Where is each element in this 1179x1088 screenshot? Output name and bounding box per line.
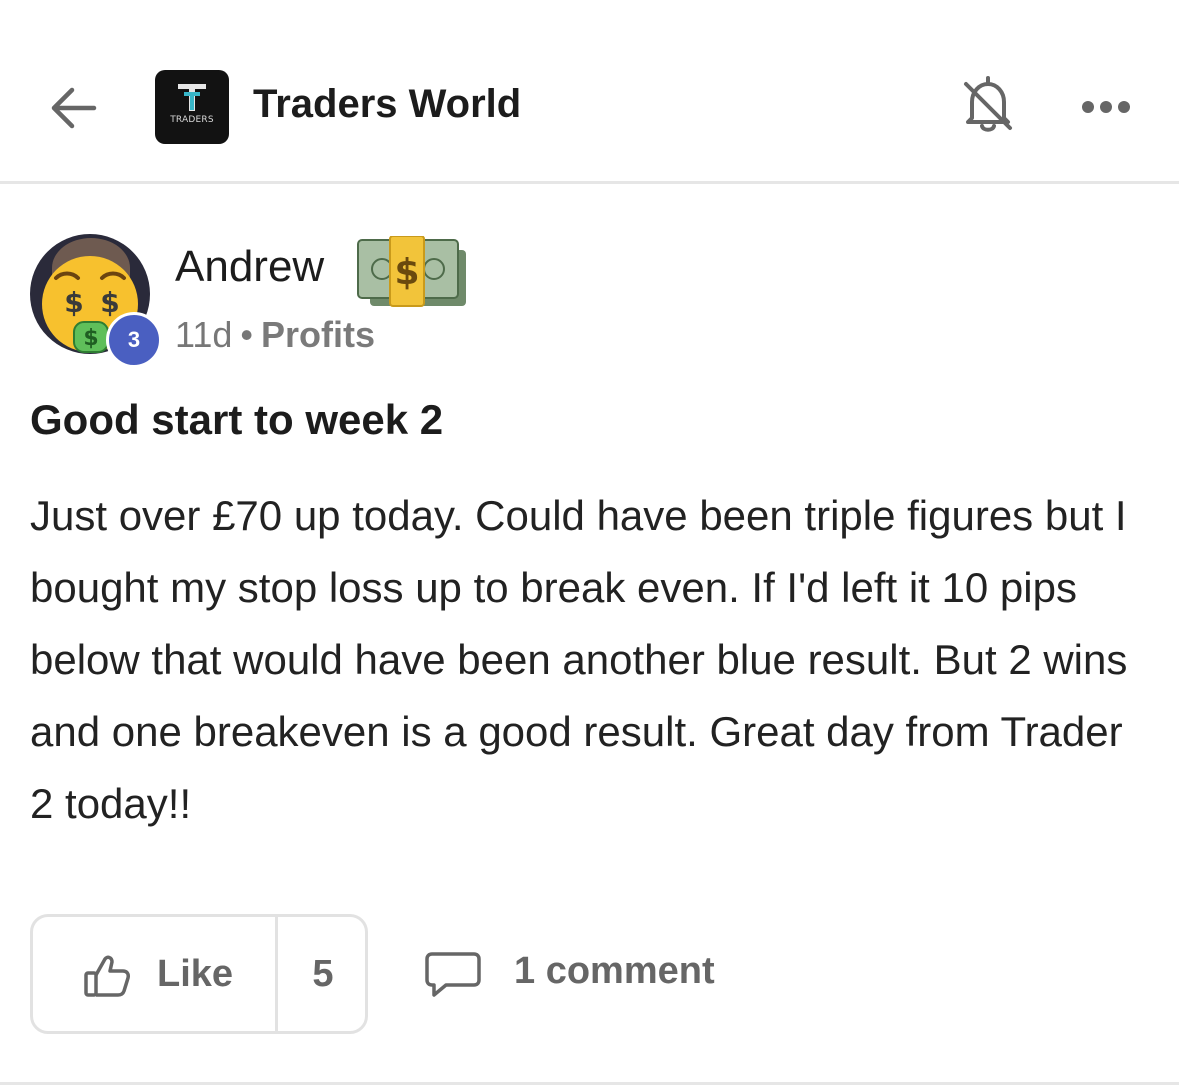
post-category-link[interactable]: Profits — [261, 314, 375, 355]
svg-text:$: $ — [83, 326, 98, 351]
svg-text:$: $ — [100, 286, 119, 319]
group-logo-text: TRADERS — [170, 115, 214, 125]
notifications-toggle-button[interactable] — [958, 72, 1018, 136]
svg-text:$: $ — [64, 286, 83, 319]
comment-icon — [425, 952, 481, 997]
like-control: Like 5 — [30, 914, 368, 1034]
post-divider — [0, 1082, 1179, 1085]
group-logo[interactable]: TRADERS — [155, 70, 229, 144]
back-button[interactable] — [46, 80, 102, 136]
more-options-button[interactable] — [1078, 92, 1138, 122]
arrow-left-icon — [51, 87, 97, 129]
post-body: Just over £70 up today. Could have been … — [30, 492, 1128, 827]
group-title[interactable]: Traders World — [253, 82, 521, 127]
comments-button[interactable]: 1 comment — [424, 946, 744, 1006]
like-label: Like — [157, 953, 234, 995]
post-title: Good start to week 2 — [30, 396, 444, 443]
author-level-badge: 3 — [106, 312, 162, 368]
bell-off-icon — [964, 76, 1012, 132]
money-with-wings-icon: $ — [357, 236, 466, 307]
more-horizontal-icon — [1082, 101, 1130, 113]
svg-text:$: $ — [394, 252, 419, 293]
post-card: $ $ $ 3 Andrew $ 11d • Profits Good start … — [0, 184, 1179, 1085]
group-logo-mark — [155, 81, 229, 118]
like-count[interactable]: 5 — [278, 953, 368, 996]
author-name[interactable]: Andrew — [175, 242, 324, 292]
post-meta: 11d • Profits — [175, 314, 375, 356]
comment-count-label: 1 comment — [514, 950, 715, 992]
meta-separator: • — [240, 314, 254, 355]
post-time: 11d — [175, 314, 233, 355]
thumbs-up-icon — [84, 955, 130, 997]
like-button[interactable]: Like — [33, 917, 275, 1031]
top-bar: TRADERS Traders World — [0, 0, 1179, 184]
